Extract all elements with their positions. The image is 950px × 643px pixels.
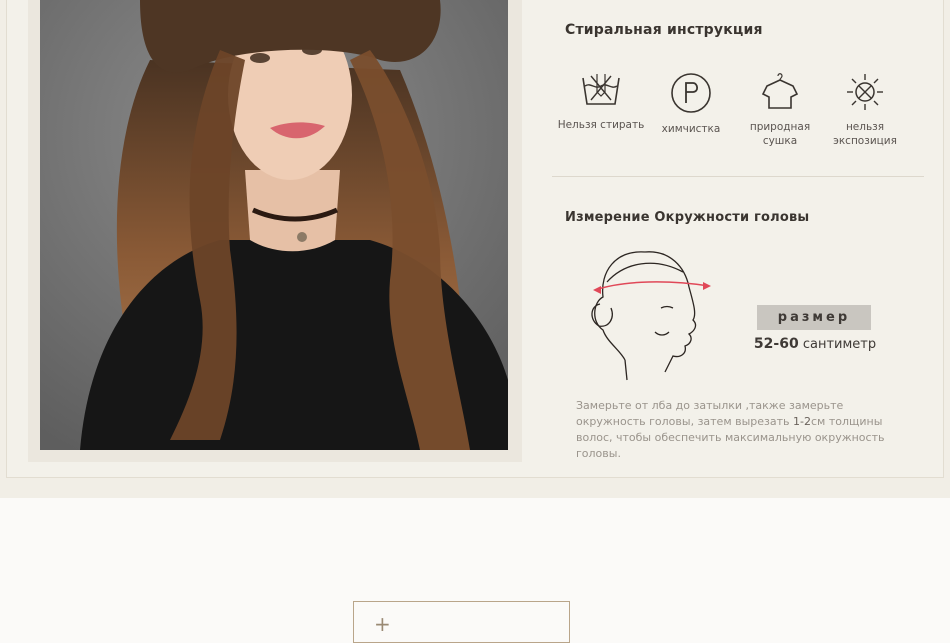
care-label: природная сушка bbox=[749, 121, 811, 147]
size-badge: размер bbox=[757, 305, 871, 330]
care-item-no-sun: нельзя экспозиция bbox=[820, 72, 910, 148]
no-sun-exposure-icon bbox=[847, 74, 883, 110]
note-text-em: 1-2 bbox=[793, 415, 811, 428]
head-measure-title: Измерение Окружности головы bbox=[565, 210, 810, 225]
care-label: химчистка bbox=[661, 123, 721, 135]
care-item-natural-dry: природная сушка bbox=[735, 72, 825, 148]
natural-dry-icon bbox=[761, 73, 799, 109]
head-measurement-illustration bbox=[591, 251, 711, 381]
care-item-dry-clean: химчистка bbox=[646, 72, 736, 136]
plus-icon: + bbox=[374, 612, 391, 636]
product-photo bbox=[40, 0, 508, 450]
product-detail-panel: Стиральная инструкция Нельзя стирать хим… bbox=[0, 0, 950, 498]
care-label: Нельзя стирать bbox=[557, 119, 645, 131]
care-item-no-wash: Нельзя стирать bbox=[556, 70, 646, 132]
care-label: нельзя экспозиция bbox=[833, 121, 897, 147]
dry-clean-icon bbox=[671, 73, 711, 113]
size-unit: сантиметр bbox=[802, 337, 877, 352]
measure-note: Замерьте от лба до затылки ,также замерь… bbox=[576, 398, 896, 462]
section-divider bbox=[552, 176, 924, 177]
size-value: 52-60 сантиметр bbox=[745, 336, 885, 352]
size-number: 52-60 bbox=[753, 336, 799, 352]
care-instructions-title: Стиральная инструкция bbox=[565, 22, 763, 38]
no-wash-icon bbox=[582, 74, 620, 105]
expand-button[interactable]: + bbox=[353, 601, 570, 643]
